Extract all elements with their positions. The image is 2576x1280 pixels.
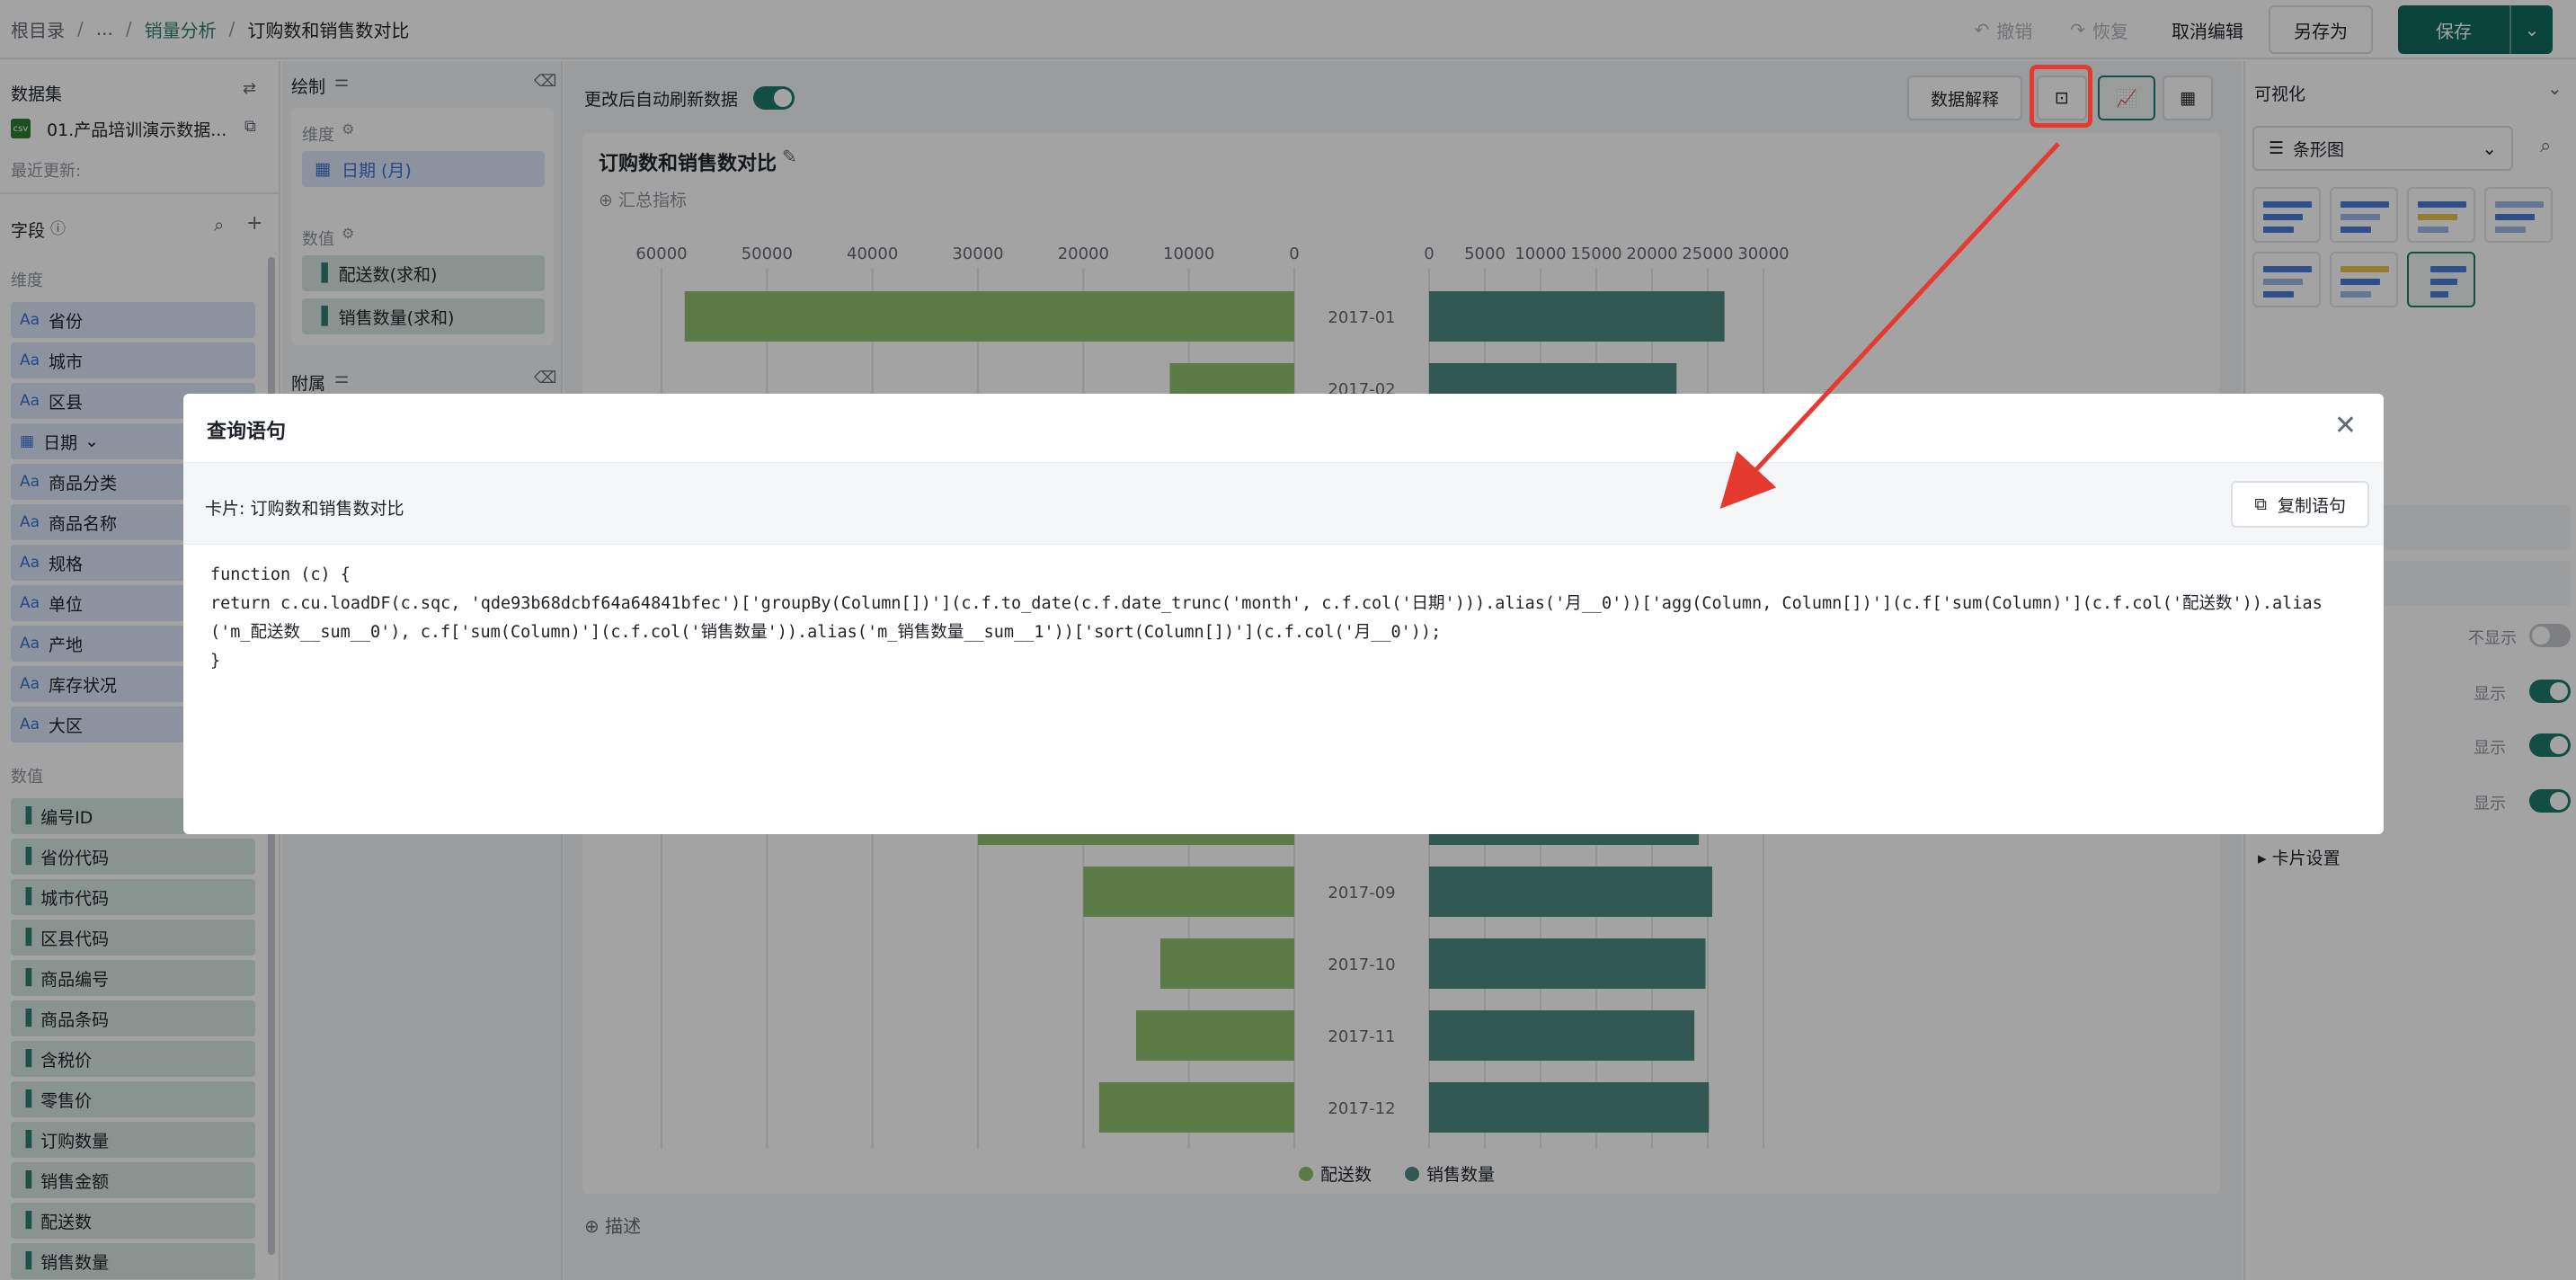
annotation-arrow bbox=[1719, 142, 2060, 510]
